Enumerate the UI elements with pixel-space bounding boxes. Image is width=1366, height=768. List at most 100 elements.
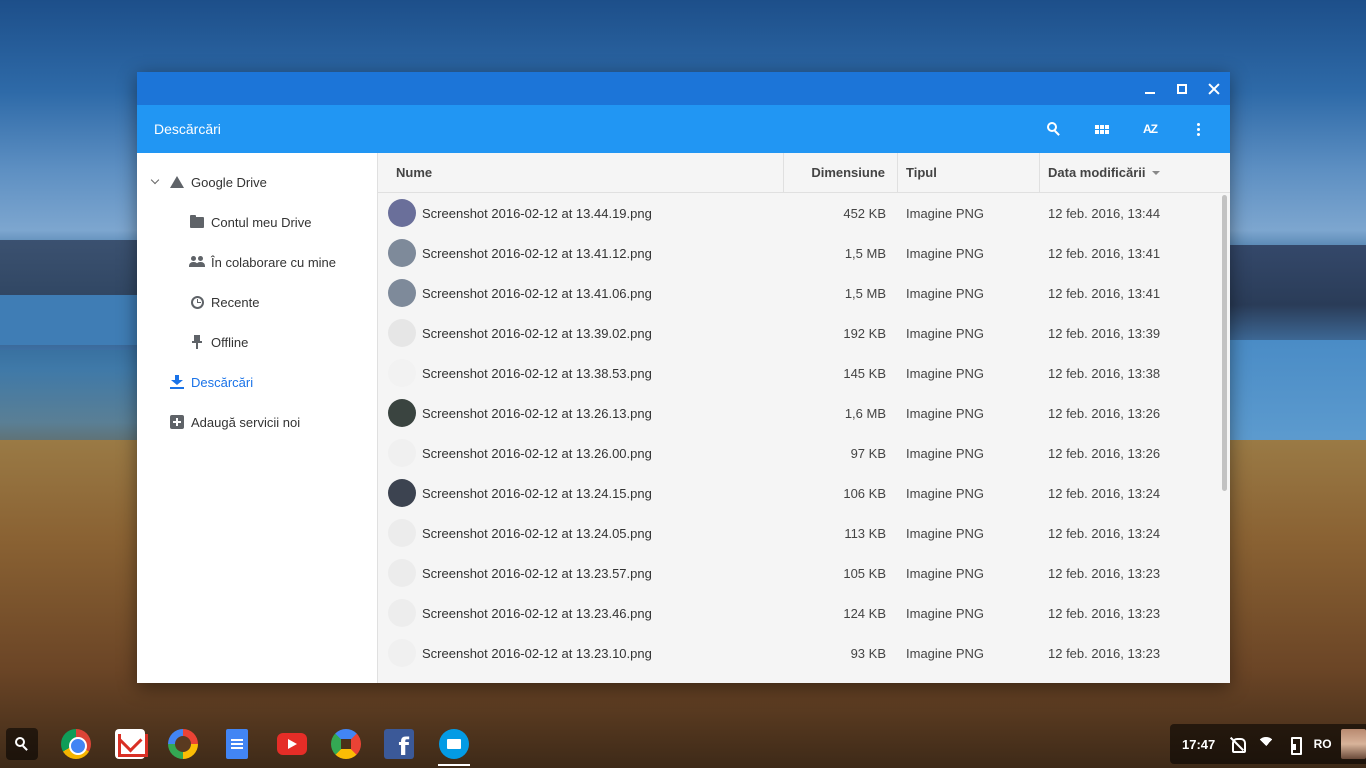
thumbnail-icon (388, 639, 416, 667)
column-header-name[interactable]: Nume (378, 153, 784, 193)
file-size: 106 KB (843, 485, 886, 501)
launcher-button[interactable] (6, 728, 38, 760)
table-row[interactable]: Screenshot 2016-02-12 at 13.41.12.png 1,5… (378, 233, 1230, 273)
table-row[interactable]: Screenshot 2016-02-12 at 13.38.53.png 145… (378, 353, 1230, 393)
sidebar-item-label: Descărcări (191, 374, 254, 390)
table-row[interactable]: Screenshot 2016-02-12 at 13.23.46.png 124… (378, 593, 1230, 633)
table-header: Nume Dimensiune Tipul Data modificării (378, 153, 1230, 193)
photos-icon[interactable] (324, 722, 368, 766)
shelf: f 17:47 RO (0, 718, 1366, 768)
table-row[interactable]: Screenshot 2016-02-12 at 13.41.06.png 1,5… (378, 273, 1230, 313)
gmail-icon[interactable] (115, 729, 148, 759)
sidebar: Google Drive Contul meu Drive În colabor… (137, 153, 378, 683)
clock[interactable]: 17:47 (1182, 737, 1215, 752)
status-tray[interactable]: 17:47 RO (1170, 724, 1366, 764)
thumbnail-icon (388, 439, 416, 467)
sidebar-item-add-services[interactable]: Adaugă servicii noi (137, 402, 377, 442)
file-date: 12 feb. 2016, 13:24 (1048, 525, 1161, 541)
window-titlebar[interactable] (137, 72, 1230, 105)
sort-button[interactable]: AZ (1126, 105, 1174, 153)
notifications-off-icon (1229, 736, 1246, 753)
file-name-cell: Screenshot 2016-02-12 at 13.23.57.png (378, 559, 784, 587)
thumbnail-icon (388, 519, 416, 547)
download-icon (169, 374, 185, 390)
table-row[interactable]: Screenshot 2016-02-12 at 13.23.57.png 105… (378, 553, 1230, 593)
file-size: 1,5 MB (844, 285, 886, 301)
table-row[interactable]: Screenshot 2016-02-12 at 13.39.02.png 192… (378, 313, 1230, 353)
shared-with-me-icon (189, 254, 205, 270)
file-date: 12 feb. 2016, 13:26 (1048, 445, 1161, 461)
column-header-date[interactable]: Data modificării (1040, 153, 1230, 193)
thumbnail-icon (388, 599, 416, 627)
sidebar-item-shared-with-me[interactable]: În colaborare cu mine (137, 242, 377, 282)
facebook-icon[interactable]: f (384, 729, 414, 759)
grid-view-button[interactable] (1078, 105, 1126, 153)
sidebar-item-google-drive[interactable]: Google Drive (137, 162, 377, 202)
my-drive-icon (189, 214, 205, 230)
table-row[interactable]: Screenshot 2016-02-12 at 13.24.05.png 113… (378, 513, 1230, 553)
file-name: Screenshot 2016-02-12 at 13.23.57.png (422, 565, 652, 581)
sidebar-item-offline[interactable]: Offline (137, 322, 377, 362)
file-name-cell: Screenshot 2016-02-12 at 13.44.19.png (378, 199, 784, 227)
sort-descending-icon (1151, 170, 1160, 175)
files-app-window: Descărcări AZ Google Drive Contul meu Dr… (137, 72, 1230, 683)
file-name-cell: Screenshot 2016-02-12 at 13.26.13.png (378, 399, 784, 427)
table-row[interactable]: Screenshot 2016-02-12 at 13.23.10.png 93 … (378, 633, 1230, 673)
file-name-cell: Screenshot 2016-02-12 at 13.38.53.png (378, 359, 784, 387)
sidebar-item-label: Adaugă servicii noi (191, 414, 301, 430)
window-body: Google Drive Contul meu Drive În colabor… (137, 153, 1230, 683)
file-type: Imagine PNG (906, 485, 985, 501)
file-name: Screenshot 2016-02-12 at 13.41.06.png (422, 285, 652, 301)
youtube-icon[interactable] (277, 733, 307, 755)
sidebar-item-downloads[interactable]: Descărcări (137, 362, 377, 402)
file-size: 192 KB (843, 325, 886, 341)
chevron-down-icon[interactable] (151, 177, 161, 187)
file-date: 12 feb. 2016, 13:41 (1048, 285, 1161, 301)
file-name-cell: Screenshot 2016-02-12 at 13.23.10.png (378, 639, 784, 667)
sidebar-item-my-drive[interactable]: Contul meu Drive (137, 202, 377, 242)
scrollbar-thumb[interactable] (1222, 195, 1227, 491)
file-type: Imagine PNG (906, 605, 985, 621)
file-size: 105 KB (843, 565, 886, 581)
file-name: Screenshot 2016-02-12 at 13.44.19.png (422, 205, 652, 221)
add-box-icon (169, 414, 185, 430)
google-icon[interactable] (168, 729, 198, 759)
search-icon (15, 737, 29, 751)
column-header-size[interactable]: Dimensiune (784, 153, 898, 193)
table-row[interactable]: Screenshot 2016-02-12 at 13.26.13.png 1,6… (378, 393, 1230, 433)
sidebar-item-label: Recente (211, 294, 260, 310)
avatar[interactable] (1340, 729, 1366, 759)
more-options-button[interactable] (1174, 105, 1222, 153)
search-button[interactable] (1030, 105, 1078, 153)
grid-view-icon (1095, 124, 1109, 134)
files-icon[interactable] (439, 729, 469, 759)
table-row[interactable]: Screenshot 2016-02-12 at 13.44.19.png 452… (378, 193, 1230, 233)
chrome-icon[interactable] (61, 729, 91, 759)
file-name: Screenshot 2016-02-12 at 13.39.02.png (422, 325, 652, 341)
file-name: Screenshot 2016-02-12 at 13.24.15.png (422, 485, 652, 501)
wifi-icon (1256, 737, 1273, 751)
docs-icon[interactable] (226, 729, 248, 759)
file-size: 1,5 MB (844, 245, 886, 261)
file-name-cell: Screenshot 2016-02-12 at 13.24.15.png (378, 479, 784, 507)
google-drive-icon (169, 174, 185, 190)
more-vert-icon (1196, 122, 1200, 136)
file-date: 12 feb. 2016, 13:23 (1048, 645, 1161, 661)
table-row[interactable]: Screenshot 2016-02-12 at 13.26.00.png 97 … (378, 433, 1230, 473)
table-row[interactable]: Screenshot 2016-02-12 at 13.24.15.png 106… (378, 473, 1230, 513)
minimize-button[interactable] (1134, 72, 1166, 105)
column-header-type[interactable]: Tipul (898, 153, 1040, 193)
thumbnail-icon (388, 479, 416, 507)
file-name: Screenshot 2016-02-12 at 13.41.12.png (422, 245, 652, 261)
close-button[interactable] (1198, 72, 1230, 105)
maximize-button[interactable] (1166, 72, 1198, 105)
file-name: Screenshot 2016-02-12 at 13.23.10.png (422, 645, 652, 661)
file-name-cell: Screenshot 2016-02-12 at 13.41.06.png (378, 279, 784, 307)
file-date: 12 feb. 2016, 13:26 (1048, 405, 1161, 421)
toolbar: Descărcări AZ (137, 105, 1230, 153)
file-type: Imagine PNG (906, 285, 985, 301)
page-title: Descărcări (154, 121, 221, 137)
file-name-cell: Screenshot 2016-02-12 at 13.26.00.png (378, 439, 784, 467)
sidebar-item-recent[interactable]: Recente (137, 282, 377, 322)
input-language[interactable]: RO (1314, 737, 1332, 751)
